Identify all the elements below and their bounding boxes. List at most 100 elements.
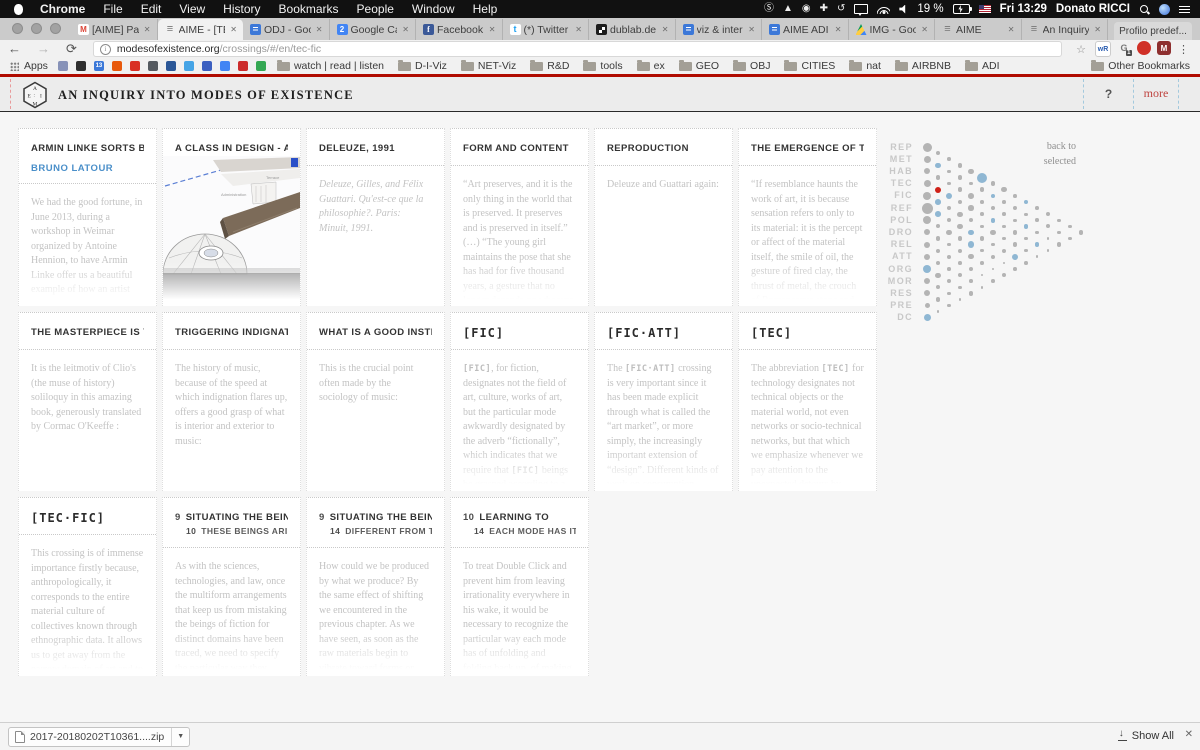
crossing-dot-hab-rel[interactable] — [991, 206, 995, 210]
apps-grid-icon[interactable] — [10, 62, 19, 71]
crossing-dot-tec-org[interactable] — [1002, 225, 1006, 229]
crossing-dot-rel-res[interactable] — [969, 267, 973, 271]
card-14[interactable]: 9SITUATING THE BEIN...14DIFFERENT FROM T… — [306, 497, 445, 676]
crossing-dot-pol-org[interactable] — [968, 241, 974, 247]
crossing-dot-fic-fic[interactable] — [923, 192, 931, 200]
crossing-dot-dro-pre[interactable] — [992, 268, 995, 271]
apps-label[interactable]: Apps — [24, 60, 48, 72]
crossing-dot-met-ref[interactable] — [969, 182, 973, 186]
bookmark-favicon-4[interactable] — [130, 61, 140, 71]
bookmark-folder-r-d[interactable]: R&D — [530, 60, 569, 72]
crossing-dot-rep-org[interactable] — [1035, 206, 1039, 210]
crossing-dot-met-dro[interactable] — [991, 194, 995, 198]
crossing-dot-fic-res[interactable] — [1013, 242, 1017, 246]
menubar-user[interactable]: Donato RICCI — [1056, 3, 1130, 15]
bookmark-favicon-10[interactable] — [238, 61, 248, 71]
profile-chip[interactable]: Profilo predef... — [1114, 22, 1192, 40]
tab-viz-interpreta[interactable]: viz & interpreta✕ — [676, 19, 763, 40]
crossing-dot-fic-att[interactable] — [980, 225, 984, 229]
help-button[interactable]: ? — [1084, 77, 1133, 110]
tab-aime-tec-fi[interactable]: ≡AIME - [TEC-FI✕ — [158, 19, 244, 40]
crossing-dot-tec-rel[interactable] — [980, 212, 984, 216]
crossing-dot-met-fic[interactable] — [958, 175, 962, 179]
download-caret-icon[interactable]: ▼ — [171, 728, 189, 746]
crossing-dot-hab-mor[interactable] — [1024, 224, 1029, 229]
bookmark-folder-tools[interactable]: tools — [583, 60, 622, 72]
crossing-dot-met-dc[interactable] — [1068, 237, 1072, 241]
crossing-dot-att-dc[interactable] — [981, 286, 984, 289]
crossing-dot-dro-rel[interactable] — [936, 236, 940, 240]
crossing-dot-org-mor[interactable] — [935, 273, 940, 278]
menubar-item-people[interactable]: People — [348, 2, 403, 16]
crossing-dot-met-pol[interactable] — [980, 187, 985, 192]
crossing-dot-ref-res[interactable] — [1002, 249, 1006, 253]
crossing-dot-tec-att[interactable] — [991, 218, 996, 223]
crossing-dot-rep-met[interactable] — [936, 151, 940, 155]
crossing-dot-org-res[interactable] — [947, 279, 951, 283]
crossing-dot-hab-dc[interactable] — [1057, 242, 1061, 246]
crossing-dot-met-pre[interactable] — [1057, 231, 1060, 234]
crossing-dot-org-pre[interactable] — [958, 286, 962, 290]
crossing-dot-ref-mor[interactable] — [991, 243, 995, 247]
crossing-dot-dro-org[interactable] — [958, 249, 962, 253]
tab-close-icon[interactable]: ✕ — [1092, 24, 1103, 35]
crossing-dot-met-hab[interactable] — [935, 163, 941, 169]
bookmark-folder-watch-read-listen[interactable]: watch | read | listen — [277, 60, 384, 72]
record-icon[interactable]: ◉ — [802, 0, 811, 18]
crossing-dot-ref-org[interactable] — [980, 236, 984, 240]
crossing-dot-rel-pre[interactable] — [981, 274, 984, 277]
crossing-dot-rep-dro[interactable] — [1001, 187, 1007, 193]
card-1[interactable]: A CLASS IN DESIGN - A...AdministrationTe… — [162, 128, 301, 306]
crossing-dot-pol-dc[interactable] — [1013, 267, 1017, 271]
card-13[interactable]: 9SITUATING THE BEIN...10THESE BEINGS ARI… — [162, 497, 301, 676]
menubar-item-chrome[interactable]: Chrome — [31, 2, 94, 16]
card-15[interactable]: 10LEARNING TO14EACH MODE HAS ITSTo treat… — [450, 497, 589, 676]
crossing-dot-dro-att[interactable] — [947, 243, 951, 247]
spotlight-icon[interactable] — [1139, 4, 1150, 15]
siri-icon[interactable] — [1159, 4, 1170, 15]
crossing-dot-fic-org[interactable] — [990, 230, 995, 235]
bookmark-folder-geo[interactable]: GEO — [679, 60, 719, 72]
crossing-dot-pre-pre[interactable] — [925, 303, 930, 308]
crossing-dot-rep-tec[interactable] — [958, 163, 963, 168]
crossing-dot-rep-res[interactable] — [1057, 219, 1060, 222]
tab-close-icon[interactable]: ✕ — [573, 24, 584, 35]
crossing-dot-rel-att[interactable] — [936, 249, 940, 253]
close-download-shelf-button[interactable]: ✕ — [1185, 729, 1193, 740]
menubar-clock[interactable]: Fri 13:29 — [1000, 3, 1047, 15]
card-5[interactable]: THE EMERGENCE OF THE ...“If resemblance … — [738, 128, 877, 306]
crossing-dot-att-org[interactable] — [936, 261, 940, 265]
skype-icon[interactable]: Ⓢ — [764, 0, 774, 18]
minimize-window-button[interactable] — [31, 23, 42, 34]
crossing-dot-res-res[interactable] — [924, 290, 930, 296]
crossing-dot-ref-att[interactable] — [968, 230, 974, 236]
tab--twitter[interactable]: t(*) Twitter✕ — [503, 19, 590, 40]
mode-label-ref[interactable]: REF — [867, 204, 913, 213]
tab-close-icon[interactable]: ✕ — [142, 24, 153, 35]
menubar-item-history[interactable]: History — [214, 2, 269, 16]
volume-icon[interactable] — [899, 5, 908, 14]
bookmark-folder-obj[interactable]: OBJ — [733, 60, 770, 72]
crossing-dot-fic-dc[interactable] — [1036, 255, 1039, 258]
tab-google-calend[interactable]: 2Google Calend✕ — [330, 19, 417, 40]
tab-close-icon[interactable]: ✕ — [400, 24, 411, 35]
crossing-dot-ref-ref[interactable] — [922, 203, 933, 214]
close-window-button[interactable] — [12, 23, 23, 34]
menubar-item-file[interactable]: File — [94, 2, 131, 16]
crossing-dot-hab-pre[interactable] — [1047, 237, 1050, 240]
crossing-dot-dc-dc[interactable] — [924, 314, 931, 321]
bookmark-favicon-11[interactable] — [256, 61, 266, 71]
crossing-dot-tec-res[interactable] — [1024, 237, 1028, 241]
crossing-dot-rep-mor[interactable] — [1046, 212, 1050, 216]
mode-label-att[interactable]: ATT — [867, 252, 913, 261]
mode-label-hab[interactable]: HAB — [867, 167, 913, 176]
airplay-icon[interactable] — [854, 4, 868, 14]
mode-label-dro[interactable]: DRO — [867, 228, 913, 237]
crossing-dot-rel-dc[interactable] — [991, 279, 995, 283]
crossing-dot-ref-pre[interactable] — [1012, 254, 1018, 260]
crossing-dot-rel-rel[interactable] — [924, 242, 930, 248]
bookmark-folder-d-i-viz[interactable]: D-I-Viz — [398, 60, 447, 72]
crossing-dot-tec-tec[interactable] — [924, 180, 931, 187]
crossing-dot-tec-pre[interactable] — [1035, 242, 1039, 246]
crossing-dot-ref-dro[interactable] — [947, 218, 951, 222]
